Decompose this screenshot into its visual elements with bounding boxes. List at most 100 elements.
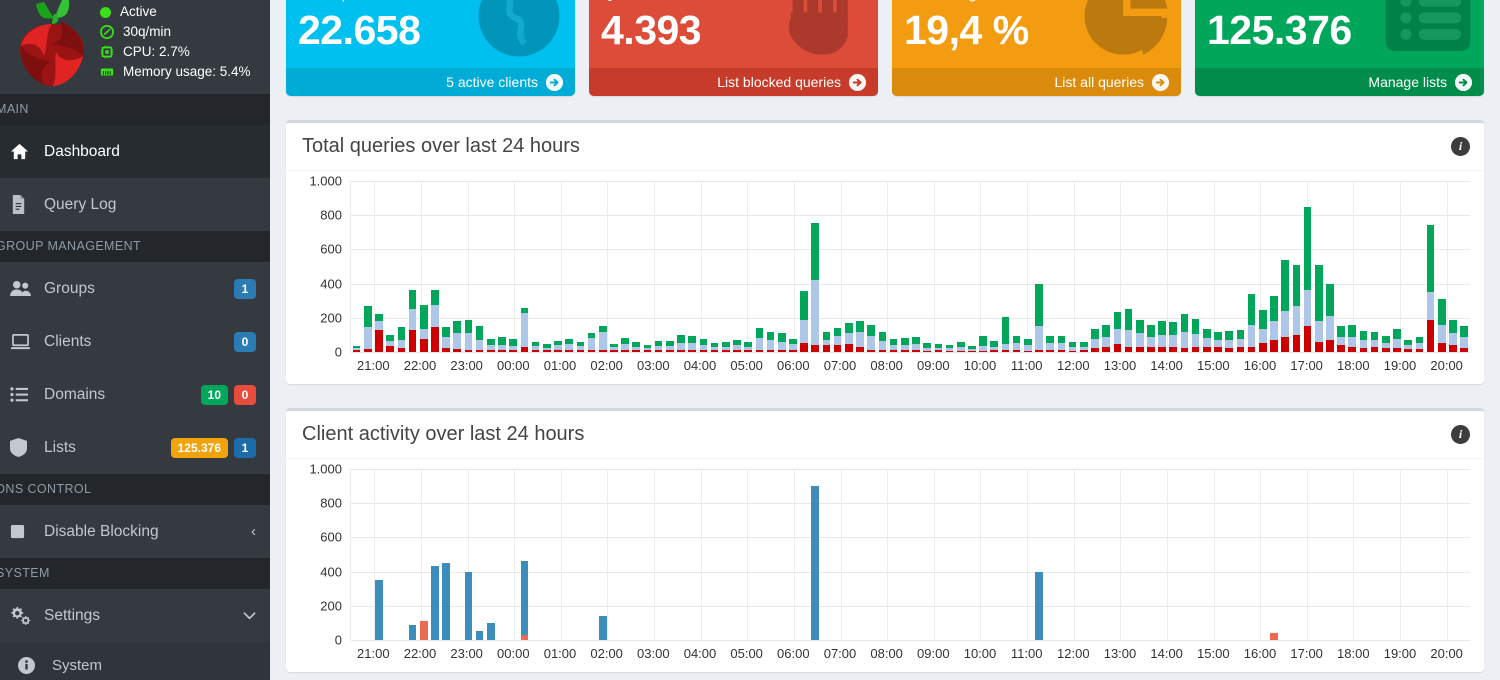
bar-slot[interactable] — [1145, 181, 1156, 352]
bar-slot[interactable] — [1447, 469, 1458, 640]
bar-slot[interactable] — [642, 181, 653, 352]
bar-slot[interactable] — [866, 181, 877, 352]
bar-slot[interactable] — [709, 181, 720, 352]
bar-slot[interactable] — [1190, 469, 1201, 640]
bar-slot[interactable] — [866, 469, 877, 640]
bar-slot[interactable] — [843, 469, 854, 640]
bar-slot[interactable] — [1302, 181, 1313, 352]
bar-slot[interactable] — [754, 469, 765, 640]
bar-slot[interactable] — [631, 469, 642, 640]
bar-slot[interactable] — [810, 181, 821, 352]
bar-slot[interactable] — [541, 181, 552, 352]
bar-slot[interactable] — [787, 469, 798, 640]
bar-slot[interactable] — [1123, 469, 1134, 640]
bar-slot[interactable] — [832, 181, 843, 352]
bar-slot[interactable] — [463, 181, 474, 352]
bar-slot[interactable] — [1000, 181, 1011, 352]
card-footer-link[interactable]: List all queries — [892, 68, 1181, 96]
bar-slot[interactable] — [877, 181, 888, 352]
bar-slot[interactable] — [620, 469, 631, 640]
bar-slot[interactable] — [463, 469, 474, 640]
bar-slot[interactable] — [698, 469, 709, 640]
bar-slot[interactable] — [496, 469, 507, 640]
bar-slot[interactable] — [1224, 469, 1235, 640]
bar-slot[interactable] — [1425, 469, 1436, 640]
bar-slot[interactable] — [720, 181, 731, 352]
bar-slot[interactable] — [675, 181, 686, 352]
bar-slot[interactable] — [1403, 469, 1414, 640]
bar-slot[interactable] — [597, 469, 608, 640]
bar-slot[interactable] — [407, 469, 418, 640]
bar-slot[interactable] — [743, 181, 754, 352]
bar-slot[interactable] — [966, 181, 977, 352]
bar-slot[interactable] — [474, 181, 485, 352]
bar-slot[interactable] — [754, 181, 765, 352]
bar-slot[interactable] — [843, 181, 854, 352]
bar-slot[interactable] — [1257, 469, 1268, 640]
bar-slot[interactable] — [452, 469, 463, 640]
bar-slot[interactable] — [1369, 181, 1380, 352]
bar-slot[interactable] — [1459, 469, 1470, 640]
bar-slot[interactable] — [1235, 181, 1246, 352]
bar-slot[interactable] — [631, 181, 642, 352]
bar-slot[interactable] — [1078, 181, 1089, 352]
total-queries-chart[interactable]: 0 200 400 600 800 1.000 21:00 22:00 23:00 00:00 01… — [300, 174, 1470, 378]
bar-slot[interactable] — [1246, 469, 1257, 640]
bar-slot[interactable] — [955, 181, 966, 352]
bar-slot[interactable] — [1067, 181, 1078, 352]
bar-slot[interactable] — [698, 181, 709, 352]
bar-slot[interactable] — [519, 181, 530, 352]
bar-slot[interactable] — [396, 469, 407, 640]
bar-slot[interactable] — [1358, 181, 1369, 352]
bar-slot[interactable] — [675, 469, 686, 640]
bar-slot[interactable] — [508, 469, 519, 640]
bar-slot[interactable] — [709, 469, 720, 640]
bar-slot[interactable] — [1235, 469, 1246, 640]
bar-slot[interactable] — [1313, 181, 1324, 352]
bar-slot[interactable] — [1313, 469, 1324, 640]
bar-slot[interactable] — [1089, 181, 1100, 352]
bar-slot[interactable] — [832, 469, 843, 640]
bar-slot[interactable] — [978, 469, 989, 640]
chevron-down-icon[interactable] — [243, 611, 256, 620]
bar-slot[interactable] — [429, 469, 440, 640]
bar-slot[interactable] — [1324, 469, 1335, 640]
bar-slot[interactable] — [1168, 181, 1179, 352]
bar-slot[interactable] — [1022, 181, 1033, 352]
bar-slot[interactable] — [1056, 181, 1067, 352]
bar-slot[interactable] — [351, 181, 362, 352]
bar-slot[interactable] — [1212, 181, 1223, 352]
bar-slot[interactable] — [1078, 469, 1089, 640]
bar-slot[interactable] — [1436, 469, 1447, 640]
sidebar-item-system[interactable]: System — [0, 642, 270, 680]
chevron-left-icon[interactable]: ‹ — [251, 523, 256, 540]
bar-slot[interactable] — [441, 469, 452, 640]
bar-slot[interactable] — [1179, 469, 1190, 640]
bar-slot[interactable] — [1011, 469, 1022, 640]
bar-slot[interactable] — [597, 181, 608, 352]
bar-slot[interactable] — [1067, 469, 1078, 640]
bar-slot[interactable] — [485, 469, 496, 640]
bar-slot[interactable] — [687, 469, 698, 640]
bar-slot[interactable] — [385, 469, 396, 640]
bar-slot[interactable] — [1391, 181, 1402, 352]
bar-slot[interactable] — [910, 181, 921, 352]
bar-slot[interactable] — [899, 181, 910, 352]
bar-slot[interactable] — [1347, 181, 1358, 352]
bar-slot[interactable] — [1391, 469, 1402, 640]
bar-slot[interactable] — [1157, 181, 1168, 352]
bar-slot[interactable] — [575, 469, 586, 640]
bar-slot[interactable] — [1033, 181, 1044, 352]
bar-slot[interactable] — [1358, 469, 1369, 640]
bar-slot[interactable] — [1436, 181, 1447, 352]
bar-slot[interactable] — [1380, 181, 1391, 352]
bar-slot[interactable] — [1201, 469, 1212, 640]
bar-slot[interactable] — [799, 469, 810, 640]
bar-slot[interactable] — [418, 181, 429, 352]
bar-slot[interactable] — [1257, 181, 1268, 352]
bar-slot[interactable] — [362, 469, 373, 640]
info-icon[interactable]: i — [1451, 425, 1470, 444]
bar-slot[interactable] — [1123, 181, 1134, 352]
bar-slot[interactable] — [429, 181, 440, 352]
bar-slot[interactable] — [1201, 181, 1212, 352]
